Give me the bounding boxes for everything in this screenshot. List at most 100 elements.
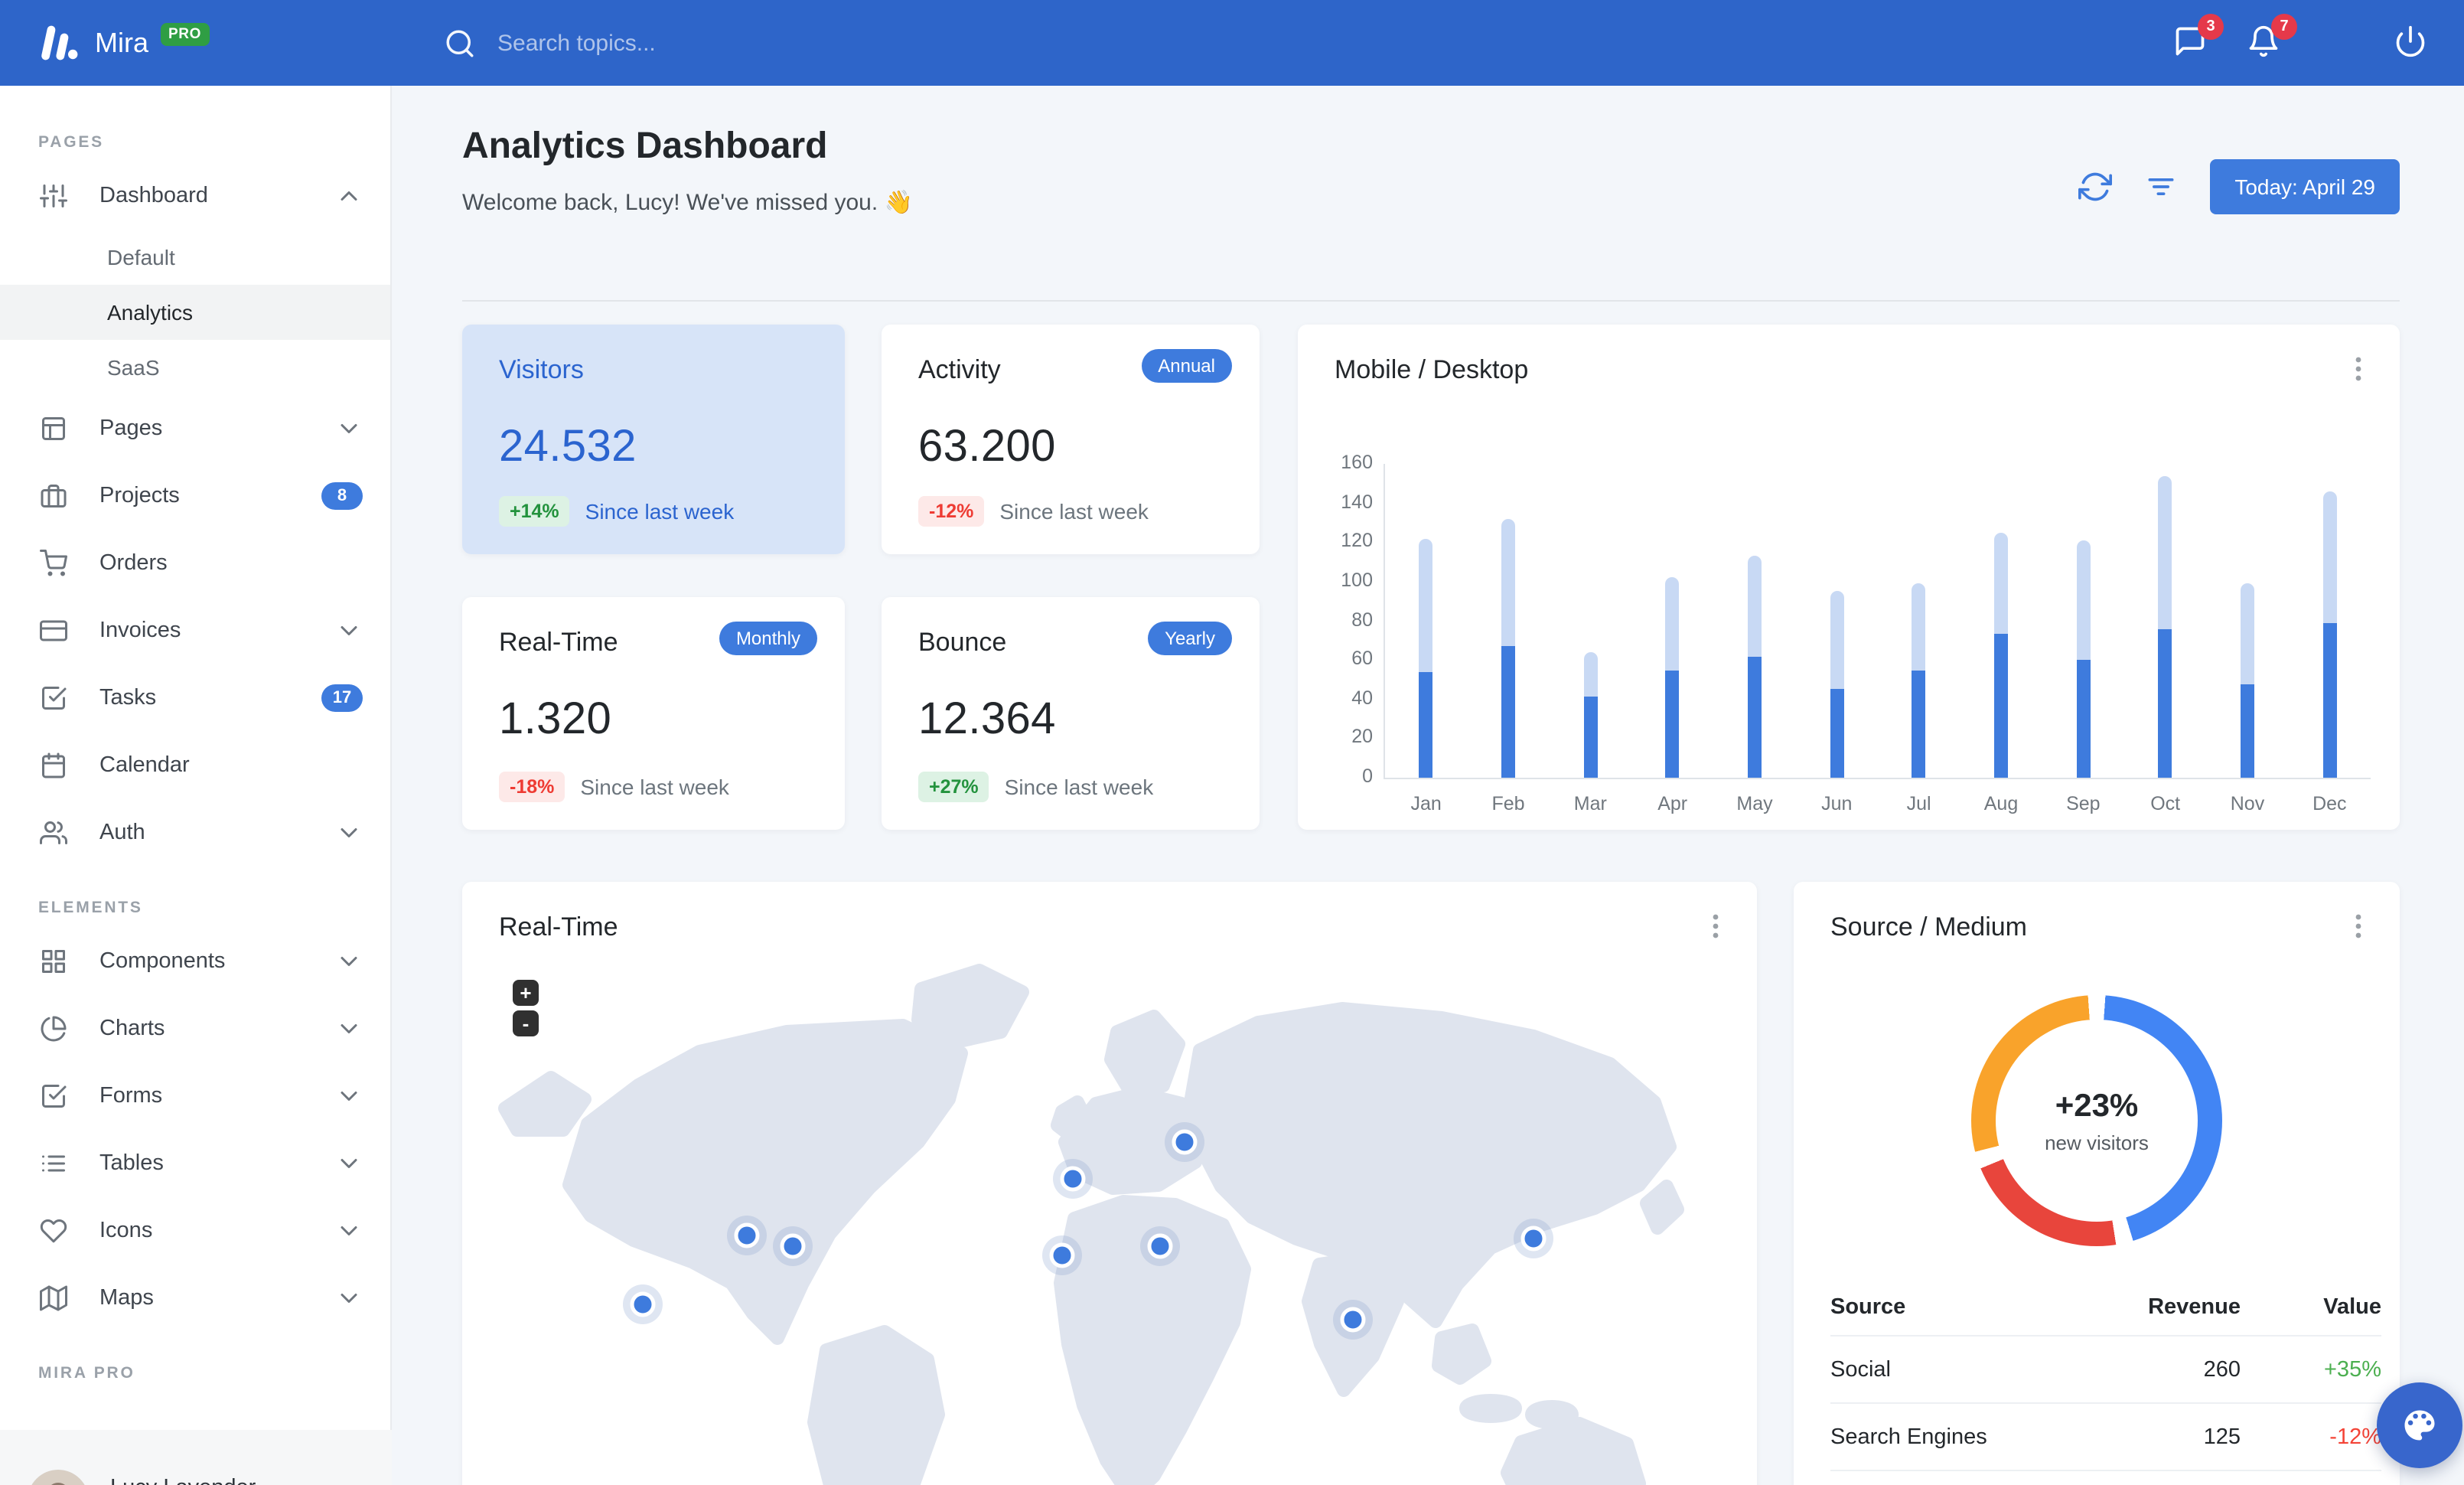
bar-jan bbox=[1419, 538, 1433, 778]
y-axis-tick: 0 bbox=[1362, 765, 1373, 787]
sidebar-item-maps[interactable]: Maps bbox=[0, 1265, 390, 1332]
header-divider bbox=[462, 300, 2400, 302]
sidebar-item-label: Components bbox=[99, 949, 226, 974]
col-source: Source bbox=[1830, 1295, 1906, 1320]
map-marker-delhi[interactable] bbox=[1340, 1307, 1366, 1333]
map-marker-moscow[interactable] bbox=[1172, 1129, 1198, 1155]
bar-segment-desktop bbox=[1912, 583, 1926, 671]
realtime-map-card: Real-Time + - bbox=[462, 882, 1757, 1485]
notifications-button[interactable]: 7 bbox=[2247, 14, 2297, 61]
page-subtitle: Welcome back, Lucy! We've missed you. 👋 bbox=[462, 190, 913, 216]
map-marker-chicago[interactable] bbox=[734, 1222, 760, 1248]
mira-logo-icon bbox=[41, 25, 78, 60]
bar-segment-desktop bbox=[1830, 591, 1844, 690]
map-marker-beijing[interactable] bbox=[1520, 1226, 1547, 1252]
map-marker-london[interactable] bbox=[1060, 1166, 1086, 1192]
sidebar-item-label: Invoices bbox=[99, 618, 181, 643]
sidebar-item-forms[interactable]: Forms bbox=[0, 1062, 390, 1130]
source-medium-card: Source / Medium +23% new visitors Source… bbox=[1794, 882, 2400, 1485]
navbar-search[interactable] bbox=[444, 27, 2173, 59]
table-row-direct: Direct 164 +46% bbox=[1830, 1470, 2381, 1485]
map-marker-istanbul[interactable] bbox=[1147, 1233, 1173, 1259]
stat-delta-chip: +14% bbox=[499, 496, 570, 527]
filter-icon[interactable] bbox=[2144, 170, 2178, 204]
zoom-in-button[interactable]: + bbox=[513, 980, 539, 1006]
bar-oct bbox=[2158, 475, 2172, 778]
bar-segment-desktop bbox=[1994, 532, 2008, 635]
donut-center-caption: new visitors bbox=[2045, 1131, 2149, 1154]
sidebar-item-dashboard[interactable]: Dashboard bbox=[0, 162, 390, 230]
kebab-menu-icon bbox=[2355, 914, 2361, 938]
sidebar-item-icons[interactable]: Icons bbox=[0, 1197, 390, 1265]
card-menu-button[interactable] bbox=[1702, 912, 1729, 940]
map-marker-san-francisco[interactable] bbox=[630, 1291, 656, 1317]
sidebar-section-title-elements: ELEMENTS bbox=[38, 899, 143, 917]
sidebar-item-label: Tasks bbox=[99, 686, 157, 710]
sidebar-item-pages[interactable]: Pages bbox=[0, 395, 390, 462]
card-menu-button[interactable] bbox=[2345, 912, 2372, 940]
notifications-badge: 7 bbox=[2271, 14, 2297, 40]
stat-value: 12.364 bbox=[918, 695, 1056, 744]
sidebar-item-charts[interactable]: Charts bbox=[0, 995, 390, 1062]
sidebar-item-label: Maps bbox=[99, 1286, 154, 1310]
stat-card-visitors: Visitors 24.532 +14% Since last week bbox=[462, 325, 845, 554]
theme-customizer-button[interactable] bbox=[2377, 1382, 2462, 1468]
sidebar-item-label: Pages bbox=[99, 416, 163, 441]
bar-segment-mobile bbox=[2322, 622, 2337, 778]
check-square-icon bbox=[42, 687, 67, 710]
bar-dec bbox=[2322, 491, 2337, 778]
language-button[interactable] bbox=[2320, 24, 2357, 61]
refresh-icon[interactable] bbox=[2078, 170, 2113, 204]
sidebar-item-label: Auth bbox=[99, 821, 145, 845]
sign-out-button[interactable] bbox=[2394, 24, 2430, 61]
sidebar-item-label: Dashboard bbox=[99, 184, 208, 208]
sidebar-item-analytics[interactable]: Analytics bbox=[0, 285, 390, 340]
sidebar-item-invoices[interactable]: Invoices bbox=[0, 597, 390, 664]
sidebar-user[interactable]: Lucy Lavender UX Designer bbox=[0, 1430, 392, 1485]
stat-period-tag[interactable]: Annual bbox=[1141, 349, 1232, 383]
bar-jul bbox=[1912, 583, 1926, 778]
sidebar-item-components[interactable]: Components bbox=[0, 928, 390, 995]
sidebar-item-auth[interactable]: Auth bbox=[0, 799, 390, 867]
stat-period-tag[interactable]: Monthly bbox=[719, 622, 817, 655]
donut-chart: +23% new visitors bbox=[1971, 995, 2222, 1246]
sidebar-item-default[interactable]: Default bbox=[0, 230, 390, 285]
bar-feb bbox=[1501, 518, 1515, 778]
bar-mar bbox=[1583, 652, 1598, 778]
messages-button[interactable]: 3 bbox=[2173, 14, 2224, 61]
map-marker-new-york[interactable] bbox=[780, 1233, 806, 1259]
table-row-search-engines: Search Engines 125 -12% bbox=[1830, 1402, 2381, 1470]
avatar bbox=[28, 1470, 89, 1485]
bar-segment-desktop bbox=[1419, 538, 1433, 672]
bar-jun bbox=[1830, 591, 1844, 778]
sidebar-item-calendar[interactable]: Calendar bbox=[0, 732, 390, 799]
stat-period-tag[interactable]: Yearly bbox=[1148, 622, 1232, 655]
sidebar-item-tasks[interactable]: Tasks 17 bbox=[0, 664, 390, 732]
sidebar-item-tables[interactable]: Tables bbox=[0, 1130, 390, 1197]
map-marker-madrid[interactable] bbox=[1049, 1242, 1075, 1268]
sidebar-item-projects[interactable]: Projects 8 bbox=[0, 462, 390, 530]
y-axis-tick: 160 bbox=[1341, 452, 1373, 473]
app-root: Mira PRO 3 7 PAGESDashboardDefaul bbox=[0, 0, 2464, 1485]
row-source: Search Engines bbox=[1830, 1425, 1987, 1449]
bar-segment-desktop bbox=[2076, 540, 2091, 661]
sidebar-item-orders[interactable]: Orders bbox=[0, 530, 390, 597]
x-axis-label: Mar bbox=[1573, 793, 1607, 814]
zoom-out-button[interactable]: - bbox=[513, 1010, 539, 1036]
stat-caption: Since last week bbox=[1004, 775, 1154, 799]
x-axis-label: May bbox=[1736, 793, 1773, 814]
chevron-down-icon bbox=[341, 828, 357, 837]
sidebar-item-saas[interactable]: SaaS bbox=[0, 340, 390, 395]
date-range-button[interactable]: Today: April 29 bbox=[2210, 159, 2400, 214]
grid-icon bbox=[42, 950, 65, 973]
brand[interactable]: Mira PRO bbox=[0, 22, 392, 61]
bar-segment-mobile bbox=[1748, 656, 1762, 778]
card-menu-button[interactable] bbox=[2345, 355, 2372, 383]
bar-segment-desktop bbox=[1665, 577, 1680, 671]
world-map bbox=[462, 955, 1757, 1485]
bar-segment-desktop bbox=[1748, 556, 1762, 657]
search-input[interactable] bbox=[494, 28, 960, 57]
row-value: -12% bbox=[2329, 1425, 2381, 1449]
